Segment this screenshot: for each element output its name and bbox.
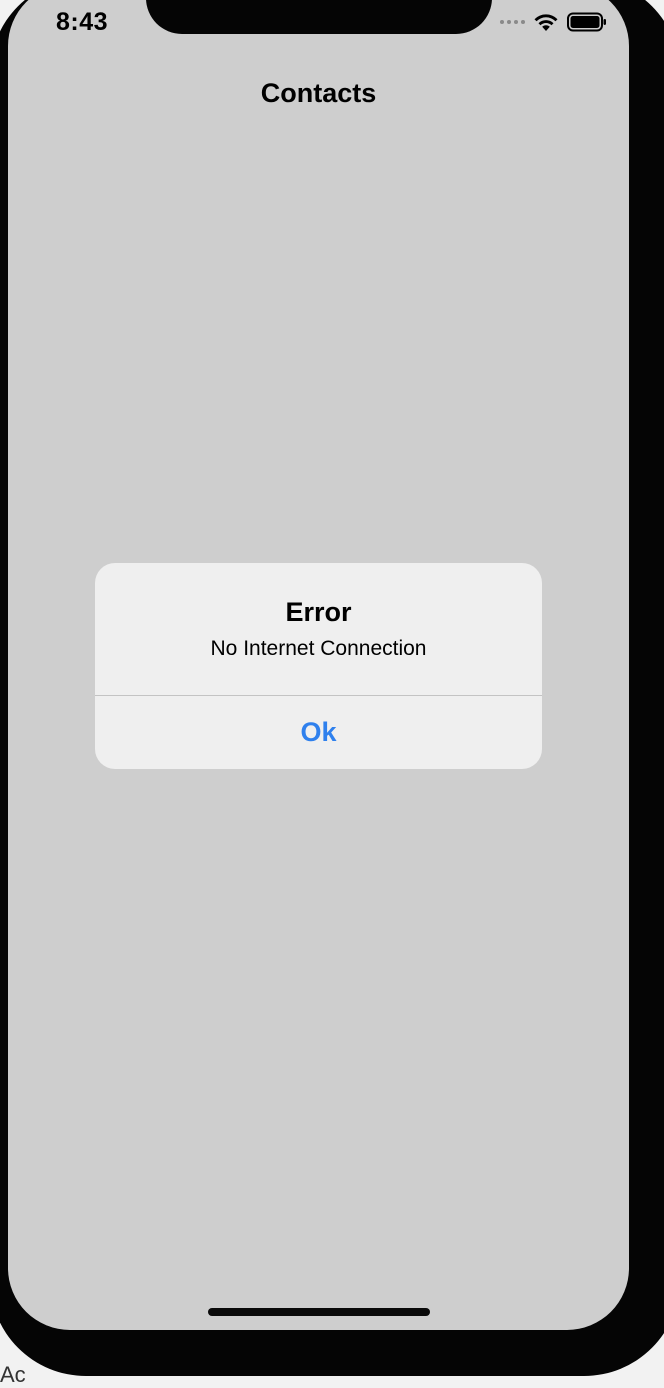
error-alert-dialog: Error No Internet Connection Ok xyxy=(95,563,542,769)
phone-device-frame: 8:43 Contacts Error No Internet Connecti… xyxy=(0,0,664,1376)
alert-message: No Internet Connection xyxy=(95,637,542,661)
ok-button[interactable]: Ok xyxy=(95,696,542,769)
corner-label: Ac xyxy=(0,1362,26,1388)
phone-screen: 8:43 Contacts Error No Internet Connecti… xyxy=(8,0,629,1330)
alert-title: Error xyxy=(95,597,542,628)
home-indicator[interactable] xyxy=(208,1308,430,1316)
